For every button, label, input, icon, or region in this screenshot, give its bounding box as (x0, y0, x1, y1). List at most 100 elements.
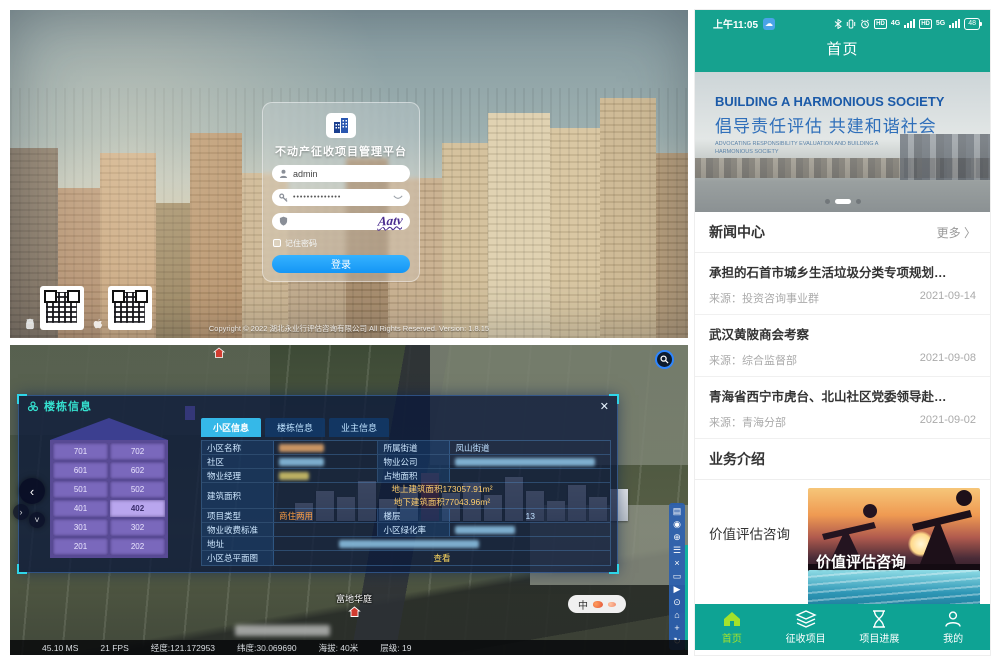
poi-marker-icon[interactable] (213, 347, 225, 359)
view-siteplan-link[interactable]: 查看 (274, 551, 610, 565)
unit-701[interactable]: 701 (53, 443, 108, 460)
field-label: 占地面积 (378, 469, 450, 482)
clock-readout: 上午11:05 (713, 16, 758, 31)
captcha-input[interactable]: Aatv (272, 213, 410, 230)
rotate-down-button[interactable]: ˅ (29, 512, 45, 528)
building-3d-widget: 701 702 601 602 501 502 401 402 301 302 … (25, 416, 193, 564)
hero-carousel[interactable]: BUILDING A HARMONIOUS SOCIETY 倡导责任评估 共建和… (695, 72, 990, 212)
unit-301[interactable]: 301 (53, 519, 108, 536)
news-title: 承担的石首市城乡生活垃圾分类专项规划… (709, 262, 976, 281)
map-search-button[interactable] (655, 350, 674, 369)
ime-indicator[interactable]: 中 (568, 595, 626, 613)
measure-tool-icon[interactable]: ⊙ (673, 597, 681, 608)
unit-401[interactable]: 401 (53, 500, 108, 517)
5g-label: 5G (936, 20, 945, 27)
unit-502[interactable]: 502 (110, 481, 165, 498)
below-ground-area: 地下建筑面积77043.96m² (394, 496, 490, 508)
comment-tool-icon[interactable]: ▤ (673, 506, 682, 517)
news-more-link[interactable]: 更多 〉 (937, 224, 976, 241)
remember-label: 记住密码 (285, 238, 317, 249)
unit-302[interactable]: 302 (110, 519, 165, 536)
business-section-title: 业务介绍 (709, 449, 765, 469)
map-scrollbar[interactable] (685, 545, 688, 650)
carousel-dots (695, 199, 990, 204)
4g-label: 4G (891, 20, 900, 27)
news-title: 青海省西宁市虎台、北山社区党委领导赴… (709, 386, 976, 405)
rotate-right-button[interactable]: › (13, 504, 29, 520)
vibrate-icon (846, 19, 856, 29)
close-panel-icon[interactable]: ✕ (600, 400, 609, 413)
tab-building-info[interactable]: 楼栋信息 (265, 418, 325, 437)
unit-501[interactable]: 501 (53, 481, 108, 498)
remember-password-option[interactable]: 记住密码 (273, 238, 317, 249)
nav-tab-projects[interactable]: 征收项目 (769, 610, 843, 645)
house-marker-icon (348, 606, 361, 618)
carousel-dot[interactable] (825, 199, 830, 204)
username-input[interactable]: admin (272, 165, 410, 182)
nav-tab-mine[interactable]: 我的 (916, 610, 990, 645)
carousel-dot-active[interactable] (835, 199, 851, 204)
business-item-image-sea-partial[interactable] (808, 570, 980, 608)
news-date: 2021-09-14 (920, 290, 976, 306)
nav-tab-home[interactable]: 首页 (695, 610, 769, 645)
buildings-logo-icon (331, 116, 351, 136)
cluster-icon (27, 400, 39, 412)
building-roof (50, 418, 168, 440)
carousel-dot[interactable] (856, 199, 861, 204)
gis-map-view[interactable]: 富地华庭 ▤ ◉ ⊕ ☰ × ▭ ▶ ⊙ ⌂ + ↻ 中 45.10 MS 21… (10, 345, 688, 655)
field-label: 所属街道 (378, 441, 450, 454)
unit-601[interactable]: 601 (53, 462, 108, 479)
shield-icon (279, 216, 288, 226)
unit-202[interactable]: 202 (110, 538, 165, 555)
home-icon (722, 610, 742, 628)
locate-tool-icon[interactable]: ◉ (673, 519, 681, 530)
unit-402-selected[interactable]: 402 (110, 500, 165, 517)
home-view-tool-icon[interactable]: ⌂ (674, 610, 679, 621)
news-list-item[interactable]: 青海省西宁市虎台、北山社区党委领导赴… 来源：青海分部 2021-09-02 (695, 377, 990, 439)
select-area-tool-icon[interactable]: ▭ (673, 571, 682, 582)
field-value-redacted (274, 455, 378, 468)
map-watermark (235, 625, 330, 636)
building-panel-title: 楼栋信息 (44, 398, 92, 414)
news-section-header: 新闻中心 更多 〉 (695, 212, 990, 253)
password-input[interactable]: •••••••••••••• (272, 189, 410, 206)
community-info-table: 小区名称 所属街道 凤山街道 社区 物业公司 物业经理 占地面积 (201, 440, 611, 566)
poi-label-group[interactable]: 富地华庭 (336, 592, 372, 623)
eye-toggle-icon[interactable] (393, 194, 403, 201)
signal-bars-5g (949, 19, 960, 28)
globe-tool-icon[interactable]: ⊕ (673, 532, 681, 543)
zoom-in-tool-icon[interactable]: + (674, 623, 679, 634)
nav-tab-progress[interactable]: 项目进展 (843, 610, 917, 645)
field-label: 建筑面积 (202, 483, 274, 508)
panel-corner (609, 394, 619, 404)
latency-readout: 45.10 MS (42, 643, 78, 653)
clear-tool-icon[interactable]: × (674, 558, 679, 569)
news-title: 武汉黄陂商会考察 (709, 324, 976, 343)
news-section-title: 新闻中心 (709, 222, 765, 242)
tab-owner-info[interactable]: 业主信息 (329, 418, 389, 437)
field-value-empty (450, 469, 610, 482)
layers-tool-icon[interactable]: ☰ (673, 545, 681, 556)
unit-602[interactable]: 602 (110, 462, 165, 479)
alarm-icon (860, 19, 870, 29)
zoom-level-readout: 层级: 19 (380, 642, 411, 654)
captcha-image[interactable]: Aatv (378, 212, 404, 229)
login-button[interactable]: 登录 (272, 255, 410, 273)
rotate-left-button[interactable]: ‹ (19, 478, 45, 504)
street-value: 凤山街道 (450, 441, 610, 454)
unit-201[interactable]: 201 (53, 538, 108, 555)
business-item-label: 价值评估咨询 (709, 523, 798, 543)
banner-headline-en: BUILDING A HARMONIOUS SOCIETY (715, 94, 944, 109)
user-icon (279, 169, 288, 178)
navigate-tool-icon[interactable]: ▶ (674, 584, 681, 595)
signal-bars-4g (904, 19, 915, 28)
unit-702[interactable]: 702 (110, 443, 165, 460)
news-list-item[interactable]: 武汉黄陂商会考察 来源：综合监督部 2021-09-08 (695, 315, 990, 377)
info-tabs: 小区信息 楼栋信息 业主信息 (201, 418, 611, 437)
remember-checkbox[interactable] (273, 239, 281, 247)
news-source: 来源：综合监督部 (709, 352, 797, 368)
koi-fish-decoration-small (608, 602, 616, 607)
tab-community-info[interactable]: 小区信息 (201, 418, 261, 437)
news-list-item[interactable]: 承担的石首市城乡生活垃圾分类专项规划… 来源：投资咨询事业群 2021-09-1… (695, 253, 990, 315)
business-image-caption: 价值评估咨询 (816, 551, 906, 572)
